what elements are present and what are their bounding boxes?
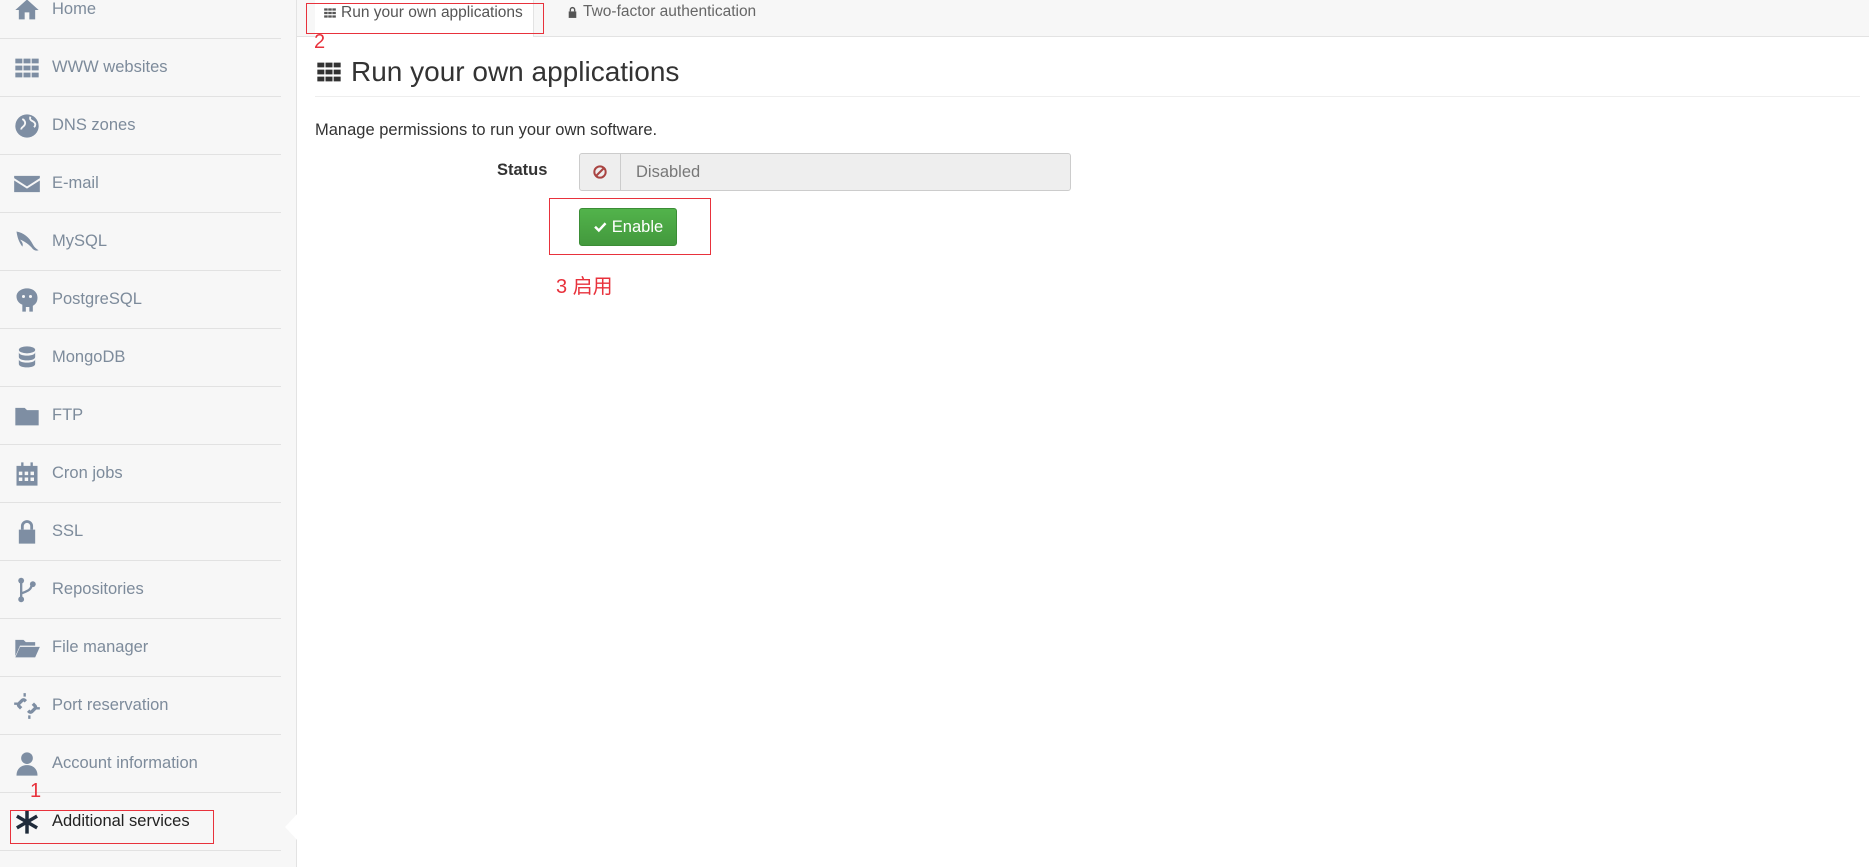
tab-two-factor-authentication[interactable]: Two-factor authentication	[566, 0, 756, 36]
branch-icon	[12, 575, 42, 605]
sidebar-item-ssl[interactable]: SSL	[0, 503, 281, 561]
sidebar-item-label: Additional services	[52, 812, 190, 830]
globe-icon	[12, 111, 42, 141]
sidebar-item-label: WWW websites	[52, 58, 168, 76]
tab-run-your-own-applications[interactable]: Run your own applications	[315, 0, 534, 37]
status-value: Disabled	[636, 163, 701, 181]
page-description: Manage permissions to run your own softw…	[315, 121, 658, 139]
grid-icon	[324, 7, 336, 18]
sidebar-item-label: Cron jobs	[52, 464, 123, 482]
dolphin-icon	[12, 227, 42, 257]
sidebar-item-label: MySQL	[52, 232, 108, 250]
folder-open-icon	[12, 633, 42, 663]
sidebar-item-repositories[interactable]: Repositories	[0, 561, 281, 619]
unlink-icon	[12, 691, 42, 721]
sidebar-item-file-manager[interactable]: File manager	[0, 619, 281, 677]
sidebar-item-mysql[interactable]: MySQL	[0, 213, 281, 271]
grid-icon	[12, 53, 42, 83]
sidebar: Home WWW websites DNS zones E-mail MySQL…	[0, 0, 298, 867]
sidebar-item-postgresql[interactable]: PostgreSQL	[0, 271, 281, 329]
tab-bar: Run your own applications Two-factor aut…	[297, 0, 1869, 37]
sidebar-item-mongodb[interactable]: MongoDB	[0, 329, 281, 387]
sidebar-item-home[interactable]: Home	[0, 0, 281, 39]
sidebar-item-label: FTP	[52, 406, 84, 424]
page-title: Run your own applications	[315, 56, 679, 88]
lock-icon	[12, 517, 42, 547]
sidebar-item-label: File manager	[52, 638, 149, 656]
elephant-icon	[12, 285, 42, 315]
lock-icon	[568, 6, 577, 18]
sidebar-item-dns-zones[interactable]: DNS zones	[0, 97, 281, 155]
asterisk-icon	[12, 807, 42, 837]
enable-button[interactable]: Enable	[579, 208, 677, 246]
sidebar-item-label: MongoDB	[52, 348, 126, 366]
sidebar-item-label: SSL	[52, 522, 84, 540]
sidebar-item-label: Repositories	[52, 580, 144, 598]
user-icon	[12, 749, 42, 779]
annotation-number-2: 2	[314, 31, 326, 53]
grid-icon	[317, 62, 341, 82]
annotation-number-1: 1	[30, 780, 42, 802]
sidebar-item-ftp[interactable]: FTP	[0, 387, 281, 445]
sidebar-item-label: Port reservation	[52, 696, 169, 714]
check-icon	[593, 222, 607, 233]
sidebar-item-email[interactable]: E-mail	[0, 155, 281, 213]
sidebar-item-port-reservation[interactable]: Port reservation	[0, 677, 281, 735]
folder-icon	[12, 401, 42, 431]
tab-label: Run your own applications	[341, 3, 523, 21]
home-icon	[12, 0, 42, 25]
tab-label: Two-factor authentication	[583, 3, 757, 20]
ban-icon	[593, 165, 607, 179]
calendar-icon	[12, 459, 42, 489]
database-icon	[12, 343, 42, 373]
sidebar-item-label: E-mail	[52, 174, 99, 192]
status-field: Disabled	[579, 153, 1071, 191]
sidebar-item-label: PostgreSQL	[52, 290, 142, 308]
sidebar-item-label: Account information	[52, 754, 198, 772]
sidebar-item-label: DNS zones	[52, 116, 136, 134]
sidebar-item-www-websites[interactable]: WWW websites	[0, 39, 281, 97]
status-label: Status	[497, 161, 548, 179]
sidebar-item-account-information[interactable]: Account information	[0, 735, 281, 793]
annotation-number-3: 3 启用	[556, 276, 613, 298]
title-divider	[315, 96, 1860, 97]
active-item-pointer	[285, 813, 298, 841]
sidebar-item-label: Home	[52, 0, 97, 18]
page-title-text: Run your own applications	[351, 56, 680, 87]
envelope-icon	[12, 169, 42, 199]
sidebar-item-cron-jobs[interactable]: Cron jobs	[0, 445, 281, 503]
enable-button-label: Enable	[611, 217, 664, 236]
sidebar-item-additional-services[interactable]: Additional services	[0, 793, 281, 851]
status-addon	[580, 154, 621, 190]
